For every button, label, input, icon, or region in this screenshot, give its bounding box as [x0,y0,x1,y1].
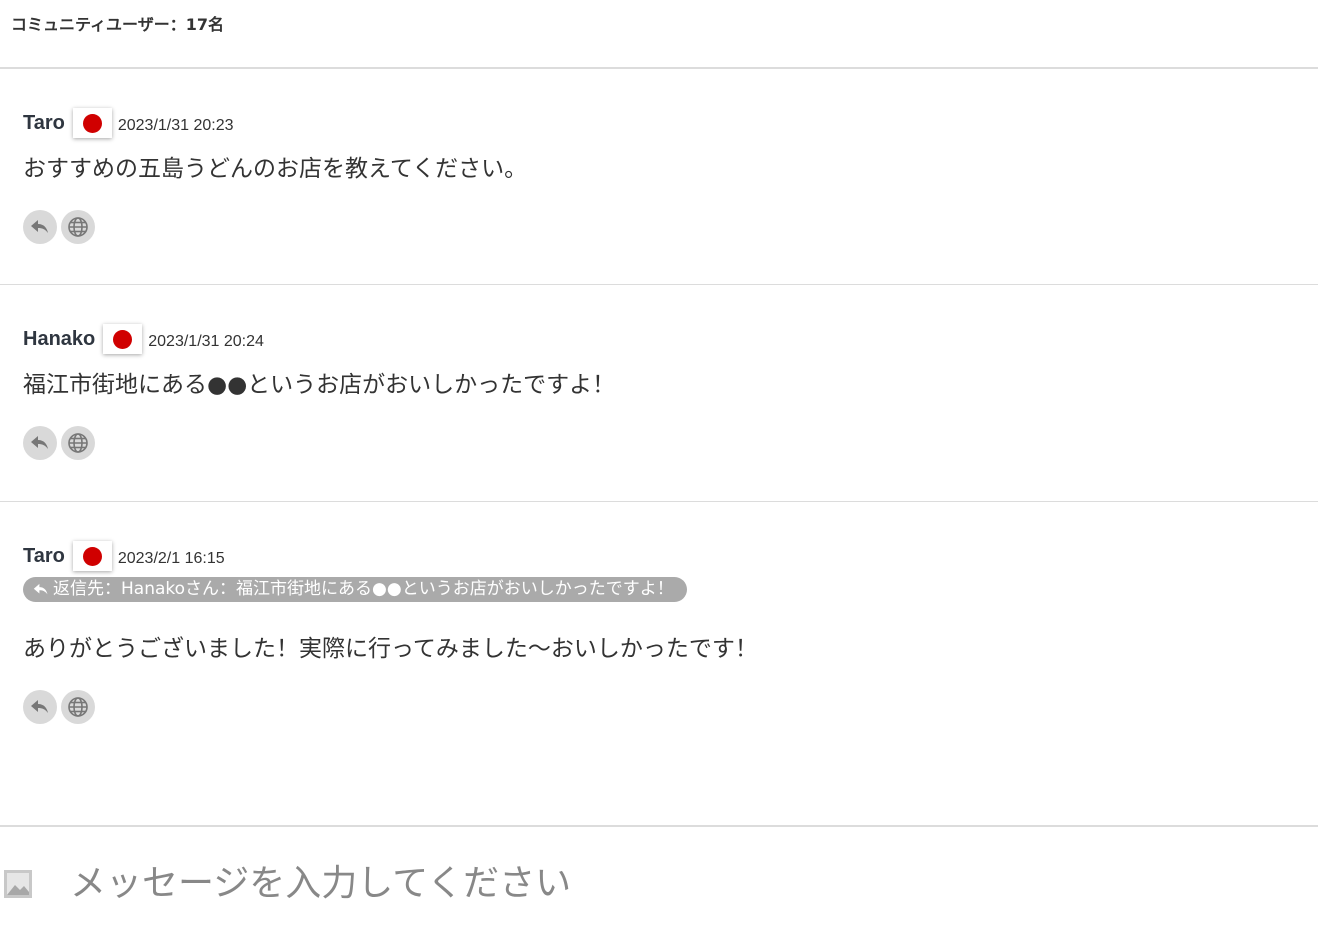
translate-button[interactable] [61,426,95,460]
message-item: Taro 2023/1/31 20:23 おすすめの五島うどんのお店を教えてくだ… [0,69,1318,285]
username[interactable]: Hanako [23,328,95,351]
reply-button[interactable] [23,690,57,724]
message-text: ありがとうございました！実際に行ってみました〜おいしかったです！ [23,636,758,662]
message-list: Taro 2023/1/31 20:23 おすすめの五島うどんのお店を教えてくだ… [0,69,1318,826]
message-meta: Hanako 2023/1/31 20:24 [23,324,264,354]
message-actions [23,690,95,724]
username[interactable]: Taro [23,545,65,568]
image-icon [4,870,32,898]
message-item: Hanako 2023/1/31 20:24 福江市街地にある●●というお店がお… [0,285,1318,502]
message-composer [0,826,1318,933]
reply-button[interactable] [23,210,57,244]
reply-icon [31,700,48,713]
translate-button[interactable] [61,210,95,244]
reply-icon [31,220,48,233]
username[interactable]: Taro [23,112,65,135]
community-user-count: コミュニティユーザー：17名 [0,0,1318,69]
globe-icon [68,433,88,453]
timestamp: 2023/1/31 20:24 [148,333,264,350]
message-actions [23,210,95,244]
reply-icon [33,583,48,595]
timestamp: 2023/2/1 16:15 [117,550,225,567]
japan-flag-icon [72,108,112,138]
message-text: おすすめの五島うどんのお店を教えてください。 [23,156,528,182]
reply-quote[interactable]: 返信先：Hanakoさん：福江市街地にある●●というお店がおいしかったですよ！ [23,577,687,602]
message-meta: Taro 2023/2/1 16:15 [23,541,225,571]
message-actions [23,426,95,460]
globe-icon [68,697,88,717]
message-meta: Taro 2023/1/31 20:23 [23,108,234,138]
message-input[interactable] [70,855,1270,911]
message-text: 福江市街地にある●●というお店がおいしかったですよ！ [23,372,616,398]
globe-icon [68,217,88,237]
timestamp: 2023/1/31 20:23 [117,117,234,134]
japan-flag-icon [72,541,112,571]
reply-button[interactable] [23,426,57,460]
translate-button[interactable] [61,690,95,724]
message-item: Taro 2023/2/1 16:15 返信先：Hanakoさん：福江市街地にあ… [0,502,1318,826]
japan-flag-icon [103,324,143,354]
reply-quote-text: 返信先：Hanakoさん：福江市街地にある●●というお店がおいしかったですよ！ [53,579,674,599]
attach-image-button[interactable] [3,869,33,899]
reply-icon [31,436,48,449]
